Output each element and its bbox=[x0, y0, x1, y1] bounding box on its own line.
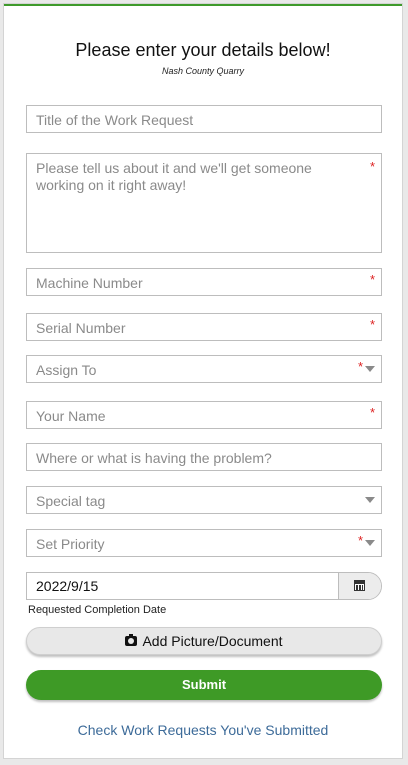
camera-icon bbox=[125, 634, 138, 646]
special-tag-placeholder: Special tag bbox=[36, 493, 106, 509]
priority-dropdown[interactable]: Set Priority * bbox=[26, 529, 382, 557]
problem-location-field[interactable]: Where or what is having the problem? bbox=[26, 443, 382, 471]
description-placeholder: Please tell us about it and we'll get so… bbox=[36, 160, 312, 193]
top-accent-bar bbox=[4, 4, 402, 6]
completion-date-field[interactable]: 2022/9/15 bbox=[26, 572, 382, 600]
check-submitted-requests-link[interactable]: Check Work Requests You've Submitted bbox=[4, 722, 402, 738]
submit-button[interactable]: Submit bbox=[26, 670, 382, 700]
required-marker: * bbox=[369, 159, 375, 174]
required-marker: * bbox=[357, 533, 363, 548]
page-title: Please enter your details below! bbox=[75, 40, 331, 60]
company-name: Nash County Quarry bbox=[161, 66, 245, 76]
machine-number-field[interactable]: Machine Number * bbox=[26, 268, 382, 296]
chevron-down-icon bbox=[365, 497, 375, 503]
your-name-placeholder: Your Name bbox=[36, 408, 106, 424]
required-marker: * bbox=[369, 272, 375, 287]
machine-number-placeholder: Machine Number bbox=[36, 275, 143, 291]
serial-number-placeholder: Serial Number bbox=[36, 320, 126, 336]
add-picture-button[interactable]: Add Picture/Document bbox=[26, 627, 382, 655]
serial-number-field[interactable]: Serial Number * bbox=[26, 313, 382, 341]
work-request-title-placeholder: Title of the Work Request bbox=[36, 112, 194, 128]
required-marker: * bbox=[369, 405, 375, 420]
chevron-down-icon bbox=[365, 540, 375, 546]
problem-location-placeholder: Where or what is having the problem? bbox=[36, 450, 272, 466]
priority-placeholder: Set Priority bbox=[36, 536, 105, 552]
description-field[interactable]: Please tell us about it and we'll get so… bbox=[26, 153, 382, 253]
date-picker-button[interactable] bbox=[338, 573, 381, 599]
your-name-field[interactable]: Your Name * bbox=[26, 401, 382, 429]
completion-date-value: 2022/9/15 bbox=[36, 578, 99, 594]
required-marker: * bbox=[357, 359, 363, 374]
special-tag-dropdown[interactable]: Special tag bbox=[26, 486, 382, 514]
calendar-icon bbox=[354, 580, 365, 591]
assign-to-dropdown[interactable]: Assign To * bbox=[26, 355, 382, 383]
required-marker: * bbox=[369, 317, 375, 332]
add-picture-label: Add Picture/Document bbox=[142, 633, 283, 649]
work-request-title-field[interactable]: Title of the Work Request bbox=[26, 105, 382, 133]
chevron-down-icon bbox=[365, 366, 375, 372]
work-request-form-card: Please enter your details below! Nash Co… bbox=[3, 3, 403, 759]
assign-to-placeholder: Assign To bbox=[36, 362, 97, 378]
completion-date-label: Requested Completion Date bbox=[28, 604, 167, 616]
